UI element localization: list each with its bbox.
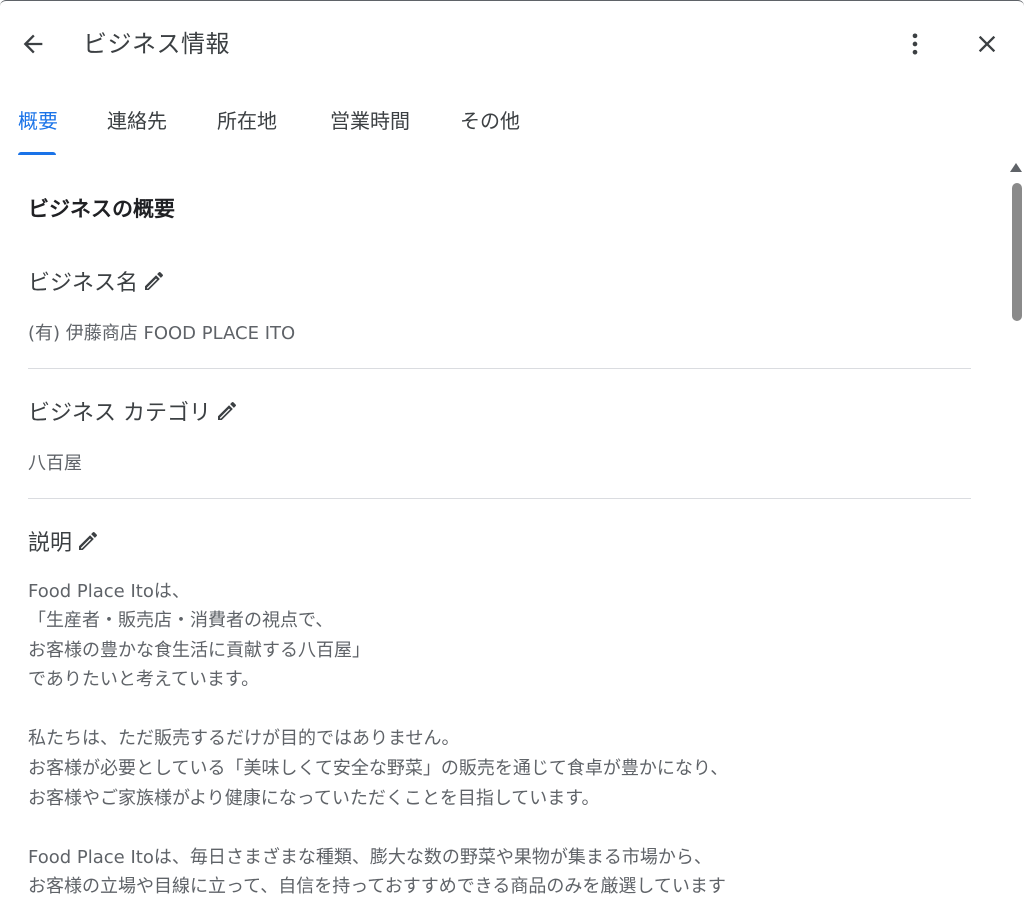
description-line: Food Place Itoは、 xyxy=(28,581,190,602)
description-line: 私たちは、ただ販売するだけが目的ではありません。 xyxy=(28,728,460,749)
divider xyxy=(28,498,971,499)
business-name-label-row: ビジネス名 xyxy=(28,265,166,297)
tab-bar: 概要 連絡先 所在地 営業時間 その他 xyxy=(0,97,1024,157)
pencil-icon[interactable] xyxy=(215,399,239,423)
section-title: ビジネスの概要 xyxy=(28,197,175,221)
description-line: お客様が必要としている「美味しくて安全な野菜」の販売を通じて食卓が豊かになり、 xyxy=(28,758,729,779)
description-line: 「生産者・販売店・消費者の視点で、 xyxy=(28,610,334,631)
description-line: お客様の立場や目線に立って、自信を持っておすすめできる商品のみを厳選しています xyxy=(28,876,726,897)
tab-location[interactable]: 所在地 xyxy=(214,97,280,157)
description-label: 説明 xyxy=(28,531,73,556)
tab-more[interactable]: その他 xyxy=(457,97,523,157)
scrollbar-thumb[interactable] xyxy=(1012,183,1022,321)
more-vert-icon xyxy=(912,33,918,55)
more-options-button[interactable] xyxy=(898,27,932,61)
description-label-row: 説明 xyxy=(28,525,100,557)
description-line: お客様やご家族様がより健康になっていただくことを目指しています。 xyxy=(28,788,600,809)
business-category-label: ビジネス カテゴリ xyxy=(28,401,211,426)
close-button[interactable] xyxy=(970,27,1004,61)
divider xyxy=(28,368,971,369)
description-line: お客様の豊かな食生活に貢献する八百屋」 xyxy=(28,640,370,661)
close-icon xyxy=(978,35,996,53)
tab-contact[interactable]: 連絡先 xyxy=(104,97,170,157)
business-category-label-row: ビジネス カテゴリ xyxy=(28,395,239,427)
description-line: でありたいと考えています。 xyxy=(28,669,260,690)
arrow-back-icon xyxy=(23,34,43,54)
business-category-value: 八百屋 xyxy=(28,453,82,474)
pencil-icon[interactable] xyxy=(76,529,100,553)
business-info-dialog: ビジネス情報 概要 連絡先 所在地 営業時間 その他 ビジネスの概要 ビジネス名 xyxy=(0,0,1024,912)
dialog-title: ビジネス情報 xyxy=(83,30,230,58)
pencil-icon[interactable] xyxy=(142,269,166,293)
business-name-label: ビジネス名 xyxy=(28,271,139,296)
tab-overview[interactable]: 概要 xyxy=(16,97,60,157)
content-scroll-area[interactable]: ビジネスの概要 ビジネス名 (有) 伊藤商店 FOOD PLACE ITO ビジ… xyxy=(0,159,1006,912)
active-tab-indicator xyxy=(18,152,56,155)
dialog-header: ビジネス情報 xyxy=(0,1,1024,87)
back-button[interactable] xyxy=(16,27,50,61)
description-line: Food Place Itoは、毎日さまざまな種類、膨大な数の野菜や果物が集まる… xyxy=(28,847,712,868)
business-name-value: (有) 伊藤商店 FOOD PLACE ITO xyxy=(28,323,296,344)
vertical-scrollbar[interactable] xyxy=(1006,159,1024,912)
tab-hours[interactable]: 営業時間 xyxy=(326,97,414,157)
scroll-up-arrow-icon[interactable] xyxy=(1010,163,1022,172)
